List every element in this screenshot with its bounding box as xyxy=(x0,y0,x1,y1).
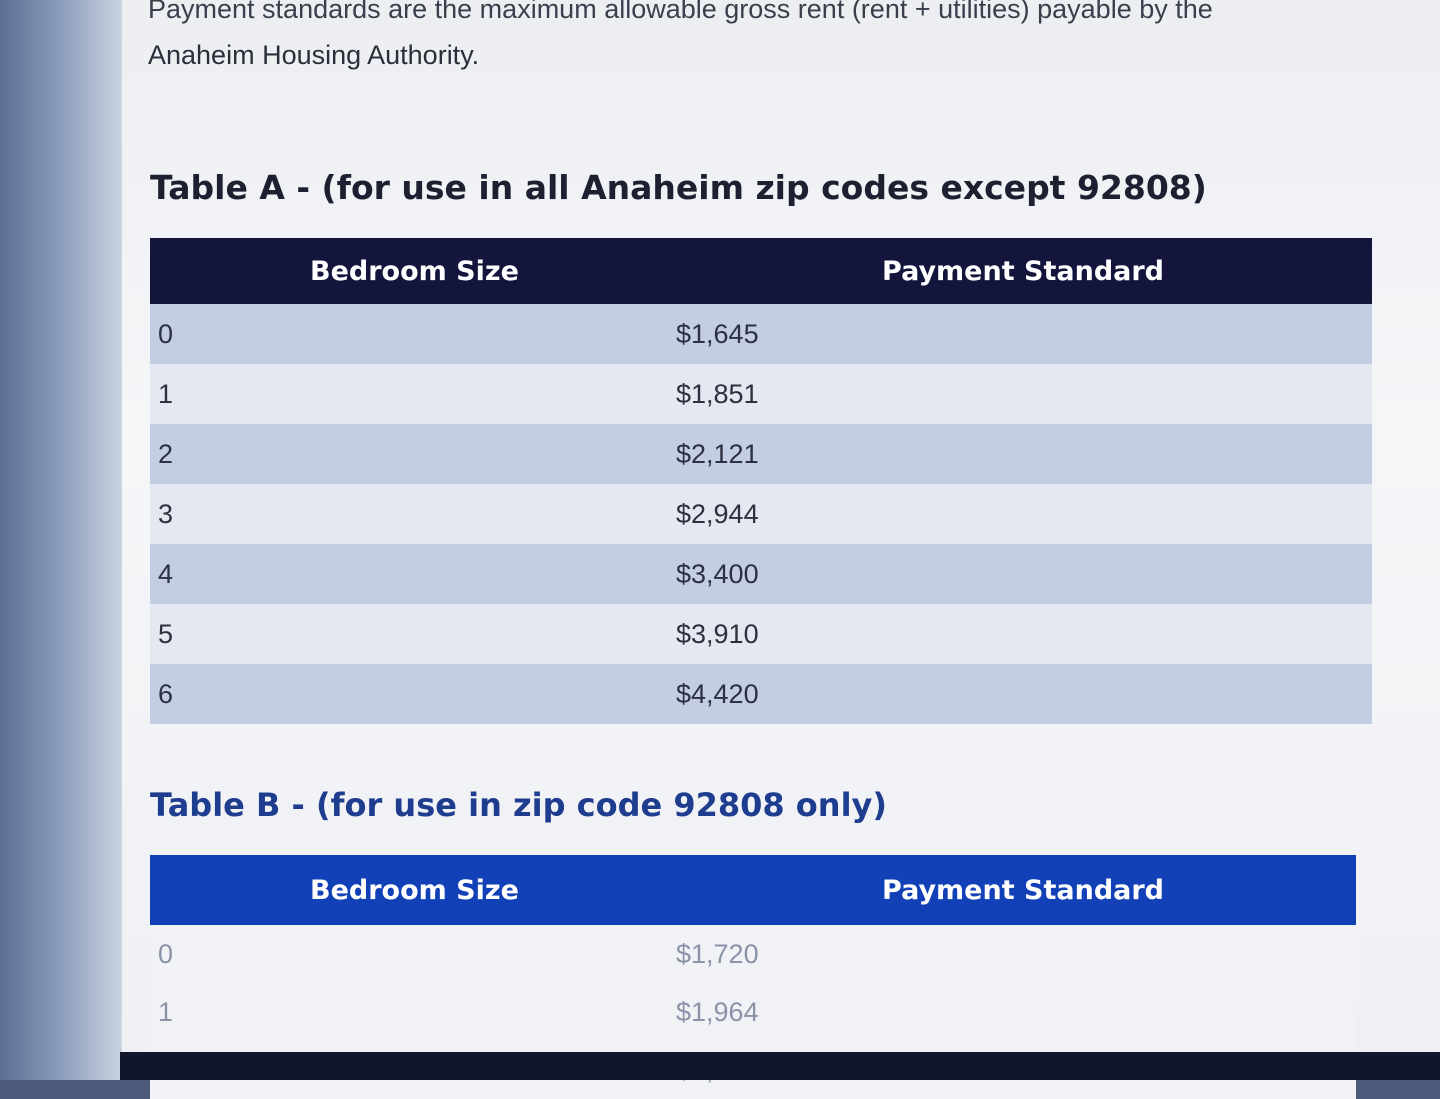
table-row: 2 $2,121 xyxy=(150,424,1372,484)
table-a: Bedroom Size Payment Standard 0 $1,645 1… xyxy=(150,238,1372,724)
table-row: 6 $4,420 xyxy=(150,664,1372,724)
payment-standard-cell: $1,645 xyxy=(670,304,1372,364)
bedroom-size-cell: 3 xyxy=(150,484,670,544)
payment-standard-cell: $2,121 xyxy=(670,424,1372,484)
table-row: 0 $1,645 xyxy=(150,304,1372,364)
taskbar xyxy=(120,1052,1440,1080)
table-a-header-bedroom-size: Bedroom Size xyxy=(150,238,670,304)
bedroom-size-cell: 0 xyxy=(150,925,670,983)
bedroom-size-cell: 4 xyxy=(150,544,670,604)
payment-standard-cell: $3,910 xyxy=(670,604,1372,664)
table-b-title: Table B - (for use in zip code 92808 onl… xyxy=(150,786,888,824)
monitor-screen: Payment standards are the maximum allowa… xyxy=(0,0,1440,1099)
payment-standard-cell: $1,851 xyxy=(670,364,1372,424)
table-row: 1 $1,851 xyxy=(150,364,1372,424)
bedroom-size-cell: 1 xyxy=(150,364,670,424)
table-b-header-bedroom-size: Bedroom Size xyxy=(150,855,670,925)
bedroom-size-cell: 1 xyxy=(150,983,670,1041)
intro-line-2: Anaheim Housing Authority. xyxy=(148,40,480,70)
payment-standard-cell: $2,944 xyxy=(670,484,1372,544)
payment-standard-cell: $3,400 xyxy=(670,544,1372,604)
bedroom-size-cell: 5 xyxy=(150,604,670,664)
intro-line-1: Payment standards are the maximum allowa… xyxy=(148,0,1213,24)
table-row: 5 $3,910 xyxy=(150,604,1372,664)
web-page: Payment standards are the maximum allowa… xyxy=(122,0,1440,1099)
table-row: 0 $1,720 xyxy=(150,925,1356,983)
table-a-header-row: Bedroom Size Payment Standard xyxy=(150,238,1372,304)
table-row: 3 $2,944 xyxy=(150,484,1372,544)
bedroom-size-cell: 6 xyxy=(150,664,670,724)
payment-standard-cell: $4,420 xyxy=(670,664,1372,724)
table-row: 1 $1,964 xyxy=(150,983,1356,1041)
payment-standard-cell: $1,964 xyxy=(670,983,1356,1041)
table-b-header-row: Bedroom Size Payment Standard xyxy=(150,855,1356,925)
bedroom-size-cell: 0 xyxy=(150,304,670,364)
intro-paragraph: Payment standards are the maximum allowa… xyxy=(148,0,1408,78)
payment-standard-cell: $1,720 xyxy=(670,925,1356,983)
bedroom-size-cell: 2 xyxy=(150,424,670,484)
table-a-header-payment-standard: Payment Standard xyxy=(670,238,1372,304)
table-b-header-payment-standard: Payment Standard xyxy=(670,855,1356,925)
table-row: 4 $3,400 xyxy=(150,544,1372,604)
table-a-title: Table A - (for use in all Anaheim zip co… xyxy=(150,168,1207,207)
